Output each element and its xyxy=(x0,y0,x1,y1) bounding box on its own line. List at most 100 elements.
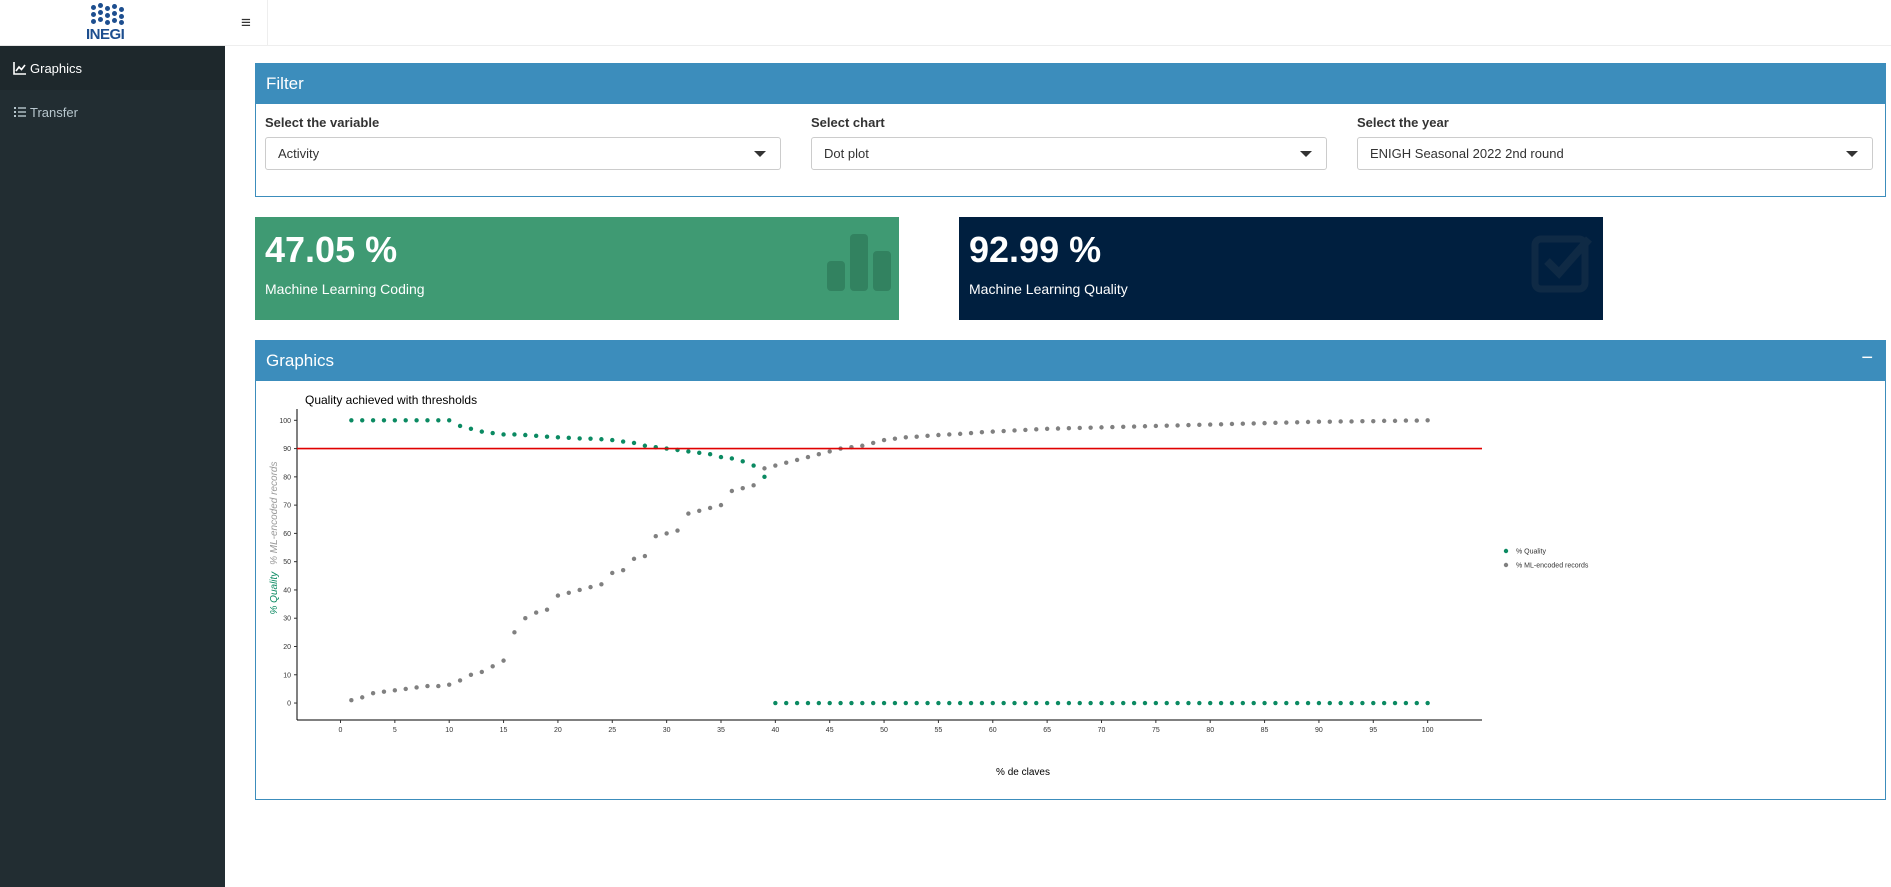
chart-select-value: Dot plot xyxy=(824,146,869,161)
sidebar-item-transfer[interactable]: Transfer xyxy=(0,90,225,134)
encoded-point xyxy=(827,449,832,454)
y-axis-label-quality: % Quality xyxy=(269,571,280,615)
sidebar-item-graphics[interactable]: Graphics xyxy=(0,46,225,90)
encoded-point xyxy=(1414,418,1419,423)
encoded-point xyxy=(947,432,952,437)
encoded-point xyxy=(544,607,550,612)
encoded-point xyxy=(414,685,419,690)
quality-point xyxy=(425,418,430,423)
encoded-point xyxy=(588,584,593,590)
encoded-point xyxy=(816,452,822,457)
variable-select[interactable]: Activity xyxy=(265,137,781,170)
encoded-point xyxy=(631,556,637,562)
encoded-point xyxy=(1229,421,1235,427)
encoded-point xyxy=(490,664,495,669)
y-tick-label: 30 xyxy=(283,616,291,623)
quality-point xyxy=(588,436,593,441)
quality-point xyxy=(642,443,648,448)
quality-point xyxy=(957,700,963,706)
logo-mark xyxy=(90,3,128,25)
quality-point xyxy=(555,435,561,440)
y-tick-label: 80 xyxy=(283,474,291,481)
quality-point xyxy=(686,449,691,454)
encoded-point xyxy=(1425,418,1430,423)
x-tick-label: 65 xyxy=(1043,727,1051,734)
quality-point xyxy=(468,426,474,431)
encoded-point xyxy=(1403,418,1409,423)
quality-point xyxy=(512,432,517,437)
encoded-point xyxy=(457,678,463,683)
encoded-point xyxy=(1294,420,1300,425)
quality-threshold-chart: Quality achieved with thresholds 0 5 10 15 2… xyxy=(269,393,1589,778)
variable-select-value: Activity xyxy=(278,146,320,161)
encoded-point xyxy=(805,454,811,460)
quality-point xyxy=(1088,700,1093,706)
x-tick-label: 45 xyxy=(826,727,834,734)
quality-point xyxy=(870,700,876,706)
quality-point xyxy=(979,700,985,706)
quality-point xyxy=(729,456,735,461)
quality-point xyxy=(860,700,865,706)
y-tick-label: 0 xyxy=(287,701,291,708)
chart-select[interactable]: Dot plot xyxy=(811,137,1327,170)
sidebar-toggle-button[interactable]: ≡ xyxy=(225,0,268,46)
encoded-point xyxy=(881,437,887,443)
chart-title: Quality achieved with thresholds xyxy=(305,393,477,407)
quality-point xyxy=(1066,700,1072,706)
y-axis-label-encoded: % ML-encoded records xyxy=(269,462,280,565)
quality-point xyxy=(1349,700,1354,706)
quality-point xyxy=(1142,700,1148,706)
encoded-point xyxy=(675,528,680,533)
x-tick-label: 20 xyxy=(554,727,562,734)
sidebar: Graphics Transfer xyxy=(0,0,225,887)
collapse-button[interactable]: − xyxy=(1861,347,1873,370)
x-tick-label: 15 xyxy=(500,727,508,734)
quality-point xyxy=(360,418,365,423)
quality-point xyxy=(479,429,485,434)
logo[interactable]: INEGI xyxy=(0,0,225,46)
quality-point xyxy=(1414,700,1419,706)
encoded-point xyxy=(533,610,539,615)
encoded-point xyxy=(870,440,876,446)
quality-point xyxy=(707,452,713,457)
quality-point xyxy=(490,430,495,436)
ml-quality-value-box: 92.99 % Machine Learning Quality xyxy=(959,217,1603,320)
encoded-point xyxy=(360,695,365,700)
quality-point xyxy=(1186,700,1191,706)
x-tick-label: 85 xyxy=(1261,727,1269,734)
quality-point xyxy=(1381,700,1387,706)
quality-point xyxy=(1371,700,1376,706)
quality-point xyxy=(447,418,452,423)
quality-point xyxy=(827,700,832,706)
encoded-point xyxy=(784,460,789,465)
encoded-point xyxy=(762,466,767,471)
quality-point xyxy=(773,700,778,706)
y-tick-label: 50 xyxy=(283,559,291,566)
encoded-point xyxy=(1251,421,1256,426)
encoded-point xyxy=(729,488,735,494)
year-label: Select the year xyxy=(1357,115,1449,130)
quality-point xyxy=(740,459,745,464)
encoded-point xyxy=(349,698,354,703)
logo-text: INEGI xyxy=(86,26,125,43)
encoded-point xyxy=(740,485,745,491)
year-select[interactable]: ENIGH Seasonal 2022 2nd round xyxy=(1357,137,1873,170)
graphics-box: Graphics − Quality achieved with thresho… xyxy=(255,340,1886,800)
ml-coding-label: Machine Learning Coding xyxy=(265,281,425,297)
quality-point xyxy=(631,440,637,446)
quality-point xyxy=(1262,700,1267,706)
quality-point xyxy=(838,700,843,706)
encoded-point xyxy=(610,570,615,576)
quality-point xyxy=(566,435,571,441)
quality-point xyxy=(805,700,811,706)
legend-marker xyxy=(1503,562,1509,568)
quality-point xyxy=(925,700,930,706)
encoded-point xyxy=(686,511,691,516)
y-tick-label: 10 xyxy=(283,672,291,679)
quality-point xyxy=(349,418,354,423)
quality-point xyxy=(1153,700,1159,706)
chevron-down-icon xyxy=(754,151,766,157)
encoded-point xyxy=(773,463,778,468)
x-tick-label: 10 xyxy=(445,727,453,734)
quality-point xyxy=(1012,700,1017,706)
